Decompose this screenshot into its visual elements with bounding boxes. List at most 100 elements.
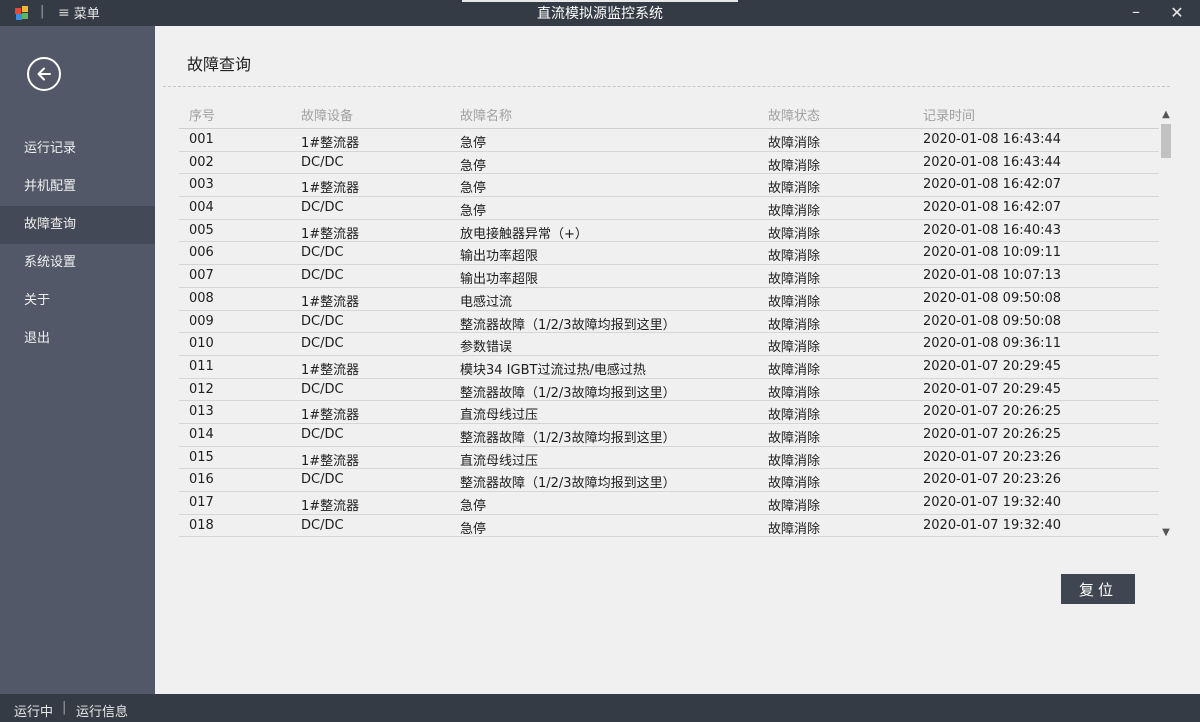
cell-index: 009 [189, 313, 214, 329]
cell-time: 2020-01-08 10:07:13 [923, 268, 1062, 284]
table-row[interactable]: 008 1#整流器 电感过流 故障消除 2020-01-08 09:50:08 [179, 288, 1159, 311]
cell-time: 2020-01-08 16:43:44 [923, 132, 1062, 147]
column-header-index: 序号 [189, 109, 216, 124]
cell-time: 2020-01-07 20:23:26 [923, 472, 1062, 488]
cell-device: 1#整流器 [301, 453, 360, 469]
cell-status: 故障消除 [768, 181, 821, 197]
chevron-down-icon[interactable]: ▼ [1159, 526, 1173, 540]
table-body: 001 1#整流器 急停 故障消除 2020-01-08 16:43:44 002 DC/D… [179, 129, 1159, 538]
cell-index: 007 [189, 268, 214, 284]
table-row[interactable]: 016 DC/DC 整流器故障（1/2/3故障均报到这里） 故障消除 2020-01-0… [179, 469, 1159, 492]
cell-time: 2020-01-08 16:42:07 [923, 177, 1062, 193]
chevron-up-icon[interactable]: ▲ [1159, 108, 1173, 122]
sidebar-item-run-records[interactable]: 运行记录 [0, 130, 155, 168]
cell-time: 2020-01-07 20:29:45 [923, 381, 1062, 397]
cell-fault-name: 电感过流 [460, 294, 513, 310]
cell-status: 故障消除 [768, 430, 821, 446]
column-header-device: 故障设备 [301, 109, 354, 124]
close-button[interactable]: ✕ [1166, 0, 1188, 26]
cell-fault-name: 整流器故障（1/2/3故障均报到这里） [460, 476, 676, 492]
cell-device: DC/DC [301, 336, 344, 352]
cell-device: 1#整流器 [301, 294, 360, 310]
table-row[interactable]: 007 DC/DC 输出功率超限 故障消除 2020-01-08 10:07:13 [179, 265, 1159, 288]
cell-device: DC/DC [301, 313, 344, 329]
cell-status: 故障消除 [768, 362, 821, 378]
cell-time: 2020-01-08 09:50:08 [923, 313, 1062, 329]
table-row[interactable]: 017 1#整流器 急停 故障消除 2020-01-07 19:32:40 [179, 492, 1159, 515]
cell-time: 2020-01-07 20:23:26 [923, 449, 1062, 465]
table-row[interactable]: 015 1#整流器 直流母线过压 故障消除 2020-01-07 20:23:26 [179, 447, 1159, 470]
cell-fault-name: 放电接触器异常（+） [460, 226, 588, 242]
table-row[interactable]: 002 DC/DC 急停 故障消除 2020-01-08 16:43:44 [179, 152, 1159, 175]
cell-status: 故障消除 [768, 204, 821, 220]
sidebar-item-system-settings[interactable]: 系统设置 [0, 244, 155, 282]
cell-device: DC/DC [301, 472, 344, 488]
table-row[interactable]: 013 1#整流器 直流母线过压 故障消除 2020-01-07 20:26:25 [179, 401, 1159, 424]
back-button[interactable] [27, 57, 61, 91]
status-running: 运行中 [14, 705, 54, 720]
cell-fault-name: 模块34 IGBT过流过热/电感过热 [460, 362, 646, 378]
table-row[interactable]: 011 1#整流器 模块34 IGBT过流过热/电感过热 故障消除 2020-01-07… [179, 356, 1159, 379]
cell-status: 故障消除 [768, 317, 821, 333]
status-info-link[interactable]: 运行信息 [76, 701, 128, 720]
cell-fault-name: 参数错误 [460, 340, 513, 356]
table-row[interactable]: 006 DC/DC 输出功率超限 故障消除 2020-01-08 10:09:11 [179, 242, 1159, 266]
column-header-fault-name: 故障名称 [460, 109, 513, 124]
cell-status: 故障消除 [768, 226, 821, 242]
title-accent-line [462, 0, 738, 2]
cell-index: 006 [189, 245, 214, 261]
sidebar-nav: 运行记录 并机配置 故障查询 系统设置 关于 退出 [0, 130, 155, 358]
scroll-thumb[interactable] [1161, 124, 1171, 158]
table-row[interactable]: 004 DC/DC 急停 故障消除 2020-01-08 16:42:07 [179, 197, 1159, 220]
table-row[interactable]: 010 DC/DC 参数错误 故障消除 2020-01-08 09:36:11 [179, 333, 1159, 356]
cell-fault-name: 整流器故障（1/2/3故障均报到这里） [460, 317, 676, 333]
cell-index: 014 [189, 426, 214, 442]
table-row[interactable]: 012 DC/DC 整流器故障（1/2/3故障均报到这里） 故障消除 2020-01-0… [179, 379, 1159, 402]
cell-time: 2020-01-08 16:43:44 [923, 154, 1062, 170]
cell-fault-name: 直流母线过压 [460, 408, 539, 424]
cell-status: 故障消除 [768, 136, 821, 151]
cell-device: 1#整流器 [301, 226, 360, 242]
cell-device: DC/DC [301, 245, 344, 261]
sidebar-item-fault-query[interactable]: 故障查询 [0, 206, 155, 244]
cell-device: DC/DC [301, 426, 344, 442]
cell-index: 001 [189, 132, 214, 147]
cell-fault-name: 整流器故障（1/2/3故障均报到这里） [460, 430, 676, 446]
table-row[interactable]: 001 1#整流器 急停 故障消除 2020-01-08 16:43:44 [179, 129, 1159, 152]
cell-time: 2020-01-07 19:32:40 [923, 517, 1062, 533]
cell-fault-name: 输出功率超限 [460, 249, 539, 265]
status-separator: | [62, 700, 67, 715]
table-row[interactable]: 009 DC/DC 整流器故障（1/2/3故障均报到这里） 故障消除 2020-01-0… [179, 311, 1159, 334]
cell-index: 011 [189, 358, 214, 374]
table-header: 序号 故障设备 故障名称 故障状态 记录时间 [179, 101, 1159, 129]
reset-button[interactable]: 复位 [1061, 574, 1135, 604]
cell-device: 1#整流器 [301, 408, 360, 424]
cell-index: 016 [189, 472, 214, 488]
cell-index: 015 [189, 449, 214, 465]
sidebar-item-exit[interactable]: 退出 [0, 320, 155, 358]
sidebar-item-about[interactable]: 关于 [0, 282, 155, 320]
fault-table: 序号 故障设备 故障名称 故障状态 记录时间 001 1#整流器 急停 故障消除 202… [179, 101, 1159, 539]
cell-time: 2020-01-07 20:29:45 [923, 358, 1062, 374]
table-row[interactable]: 018 DC/DC 急停 故障消除 2020-01-07 19:32:40 [179, 515, 1159, 538]
table-row[interactable]: 014 DC/DC 整流器故障（1/2/3故障均报到这里） 故障消除 2020-01-0… [179, 424, 1159, 447]
page-title: 故障查询 [187, 55, 252, 74]
cell-device: DC/DC [301, 200, 344, 216]
table-scrollbar[interactable]: ▲ ▼ [1159, 108, 1173, 540]
cell-fault-name: 急停 [460, 158, 487, 174]
title-bar: | ≡ 菜单 直流模拟源监控系统 – ✕ [0, 0, 1200, 26]
column-header-time: 记录时间 [923, 109, 976, 124]
cell-device: DC/DC [301, 268, 344, 284]
cell-time: 2020-01-07 20:26:25 [923, 404, 1062, 420]
arrow-left-icon [37, 67, 51, 81]
cell-device: 1#整流器 [301, 499, 360, 514]
column-header-status: 故障状态 [768, 109, 821, 124]
cell-status: 故障消除 [768, 158, 821, 174]
minimize-button[interactable]: – [1126, 0, 1146, 26]
table-row[interactable]: 003 1#整流器 急停 故障消除 2020-01-08 16:42:07 [179, 174, 1159, 198]
status-bar: 运行中 | 运行信息 [0, 694, 1200, 722]
table-row[interactable]: 005 1#整流器 放电接触器异常（+） 故障消除 2020-01-08 16:40:4… [179, 220, 1159, 243]
sidebar-item-parallel-config[interactable]: 并机配置 [0, 168, 155, 206]
main-content: 故障查询 序号 故障设备 故障名称 故障状态 记录时间 001 1#整流器 急停 故障… [155, 26, 1200, 694]
cell-status: 故障消除 [768, 340, 821, 356]
